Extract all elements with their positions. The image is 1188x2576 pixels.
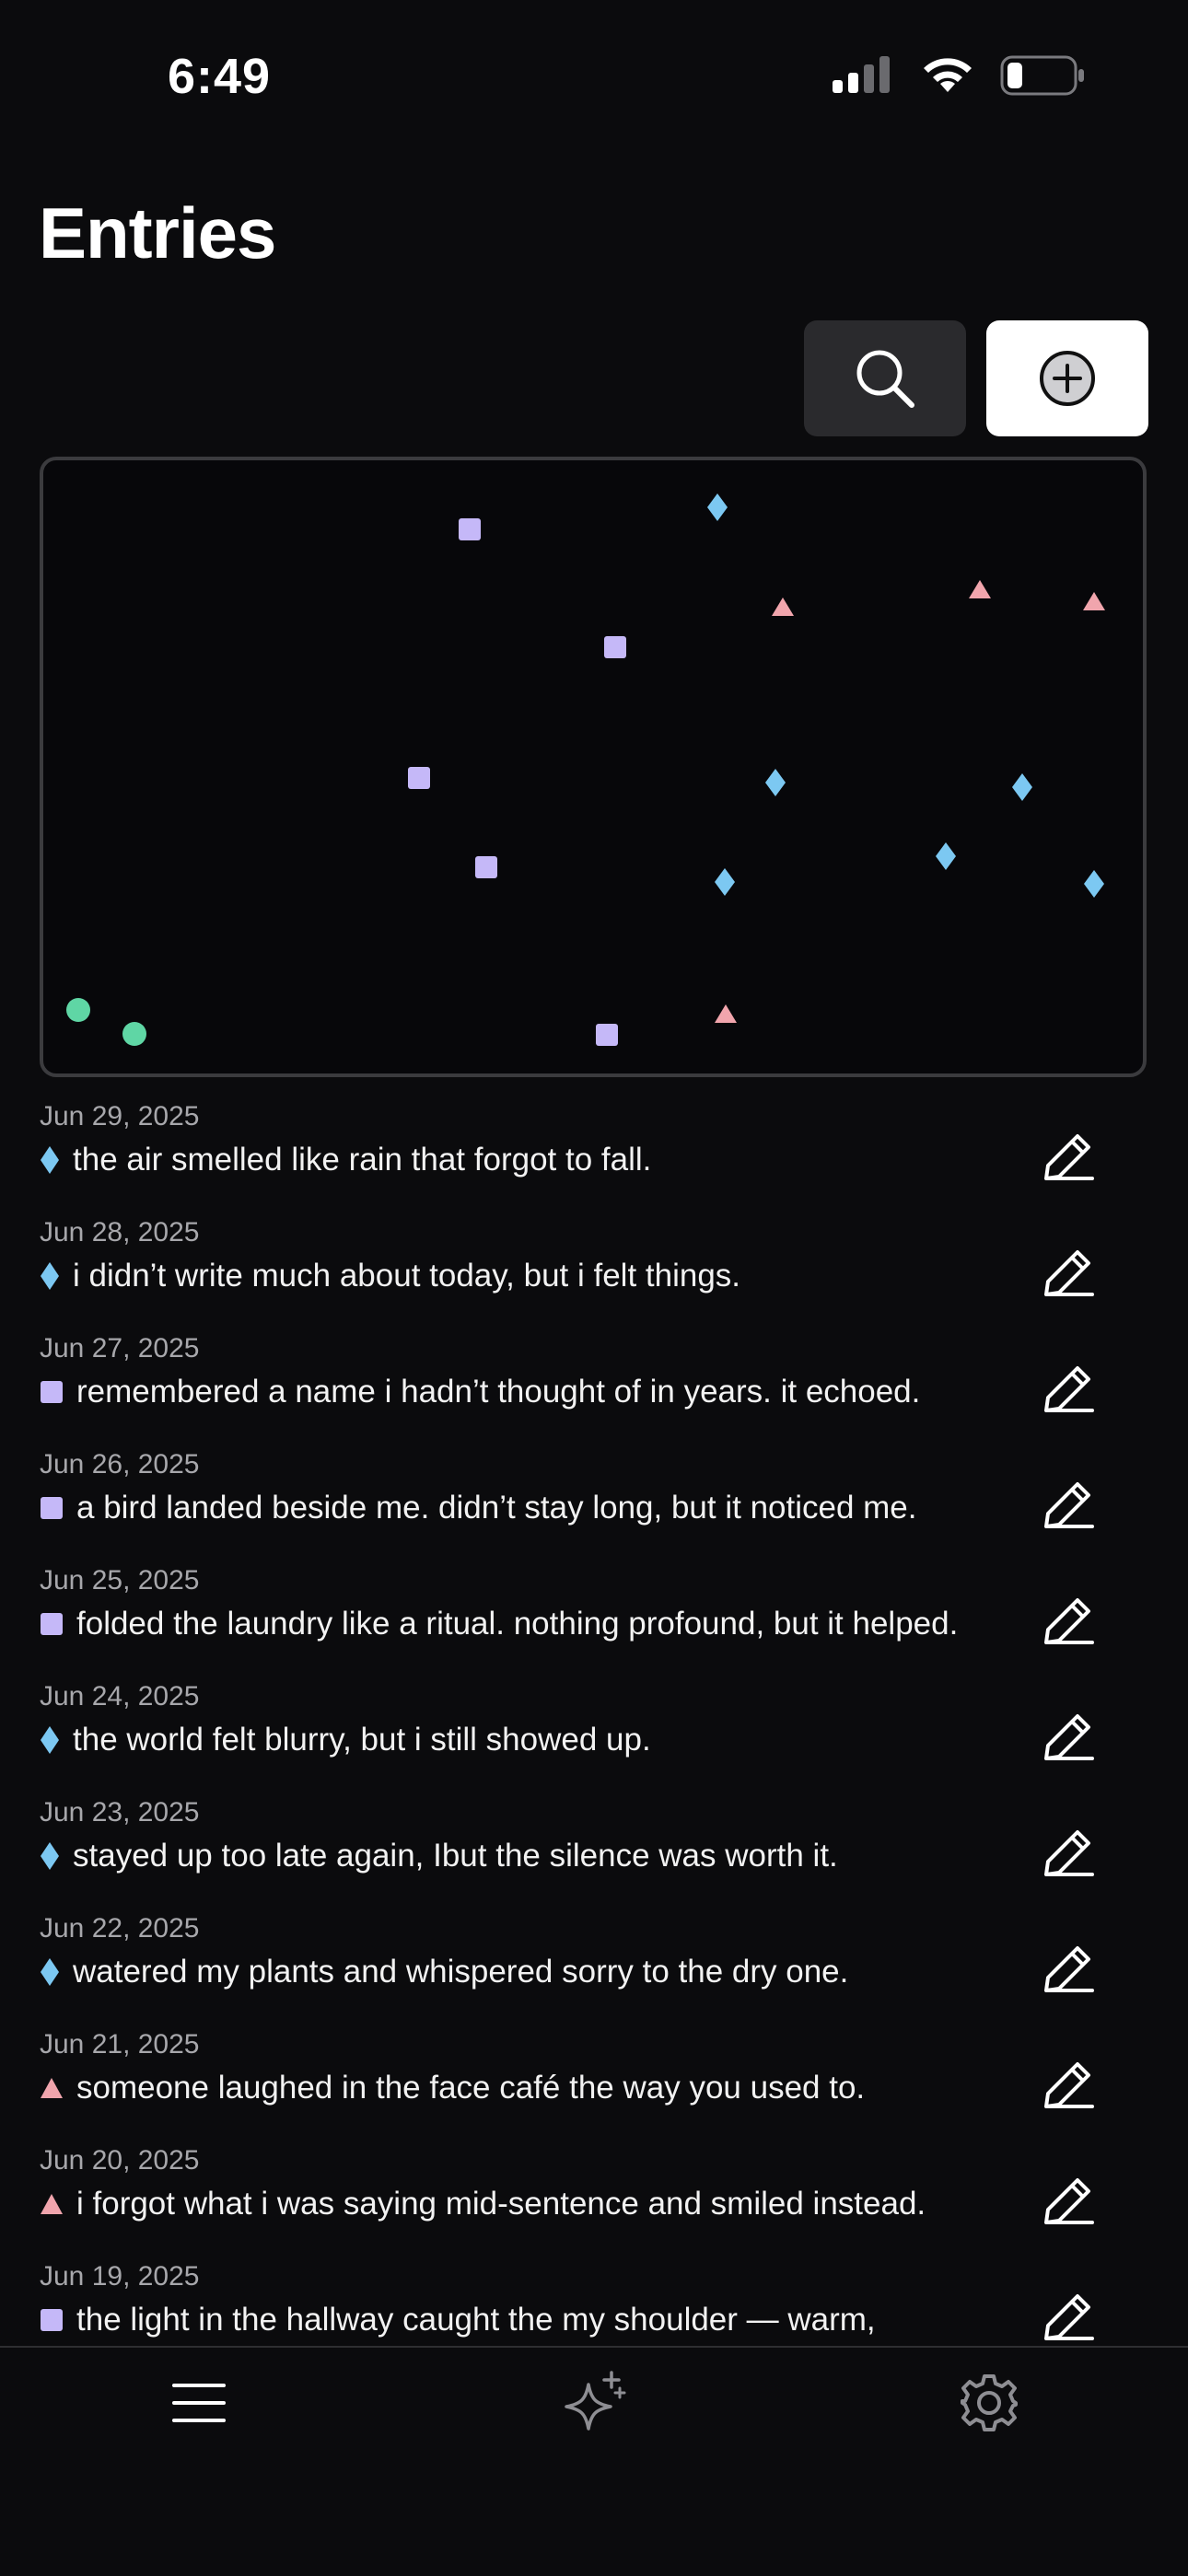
- entry-date: Jun 20, 2025: [40, 2145, 200, 2176]
- square-icon: [41, 1613, 63, 1635]
- diamond-icon: [41, 1958, 59, 1986]
- triangle-icon: [41, 2194, 63, 2214]
- tab-entries[interactable]: [162, 2366, 236, 2440]
- plot-point-circle[interactable]: [122, 1022, 146, 1046]
- square-icon: [41, 2309, 63, 2331]
- plot-point-diamond[interactable]: [707, 493, 728, 521]
- list-item[interactable]: Jun 27, 2025 remembered a name i hadn’t …: [0, 1326, 1188, 1442]
- status-bar: 6:49: [0, 0, 1188, 161]
- plot-point-square[interactable]: [408, 767, 430, 789]
- entry-date: Jun 28, 2025: [40, 1217, 200, 1247]
- diamond-icon: [41, 1842, 59, 1870]
- entry-text: stayed up too late again, Ibut the silen…: [73, 1838, 838, 1874]
- diamond-icon: [41, 1262, 59, 1290]
- edit-pencil-icon[interactable]: [1041, 1939, 1098, 1996]
- plot-point-square[interactable]: [459, 518, 481, 540]
- plot-point-square[interactable]: [596, 1024, 618, 1046]
- plot-point-circle[interactable]: [66, 998, 90, 1022]
- edit-pencil-icon[interactable]: [1041, 1591, 1098, 1648]
- cellular-signal-icon: [833, 56, 890, 93]
- wifi-icon: [924, 58, 972, 92]
- entry-text: the world felt blurry, but i still showe…: [73, 1722, 651, 1758]
- plot-point-diamond[interactable]: [715, 868, 735, 896]
- tab-insights[interactable]: [557, 2366, 631, 2440]
- menu-icon: [172, 2384, 226, 2422]
- list-item[interactable]: Jun 29, 2025 the air smelled like rain t…: [0, 1094, 1188, 1210]
- entry-date: Jun 24, 2025: [40, 1681, 200, 1712]
- list-item[interactable]: Jun 26, 2025 a bird landed beside me. di…: [0, 1442, 1188, 1558]
- entry-date: Jun 27, 2025: [40, 1333, 200, 1363]
- triangle-icon: [41, 2078, 63, 2098]
- plot-point-triangle[interactable]: [715, 1004, 737, 1023]
- tab-settings[interactable]: [952, 2366, 1026, 2440]
- diamond-icon: [41, 1146, 59, 1174]
- status-time: 6:49: [168, 49, 272, 104]
- entry-text: i forgot what i was saying mid-sentence …: [76, 2186, 926, 2222]
- entry-text: watered my plants and whispered sorry to…: [73, 1954, 849, 1990]
- list-item[interactable]: Jun 24, 2025 the world felt blurry, but …: [0, 1674, 1188, 1790]
- entry-date: Jun 23, 2025: [40, 1797, 200, 1828]
- entry-text: someone laughed in the face café the way…: [76, 2070, 866, 2106]
- list-item[interactable]: Jun 23, 2025 stayed up too late again, I…: [0, 1790, 1188, 1906]
- plot-point-diamond[interactable]: [765, 769, 786, 796]
- edit-pencil-icon[interactable]: [1041, 1243, 1098, 1300]
- edit-pencil-icon[interactable]: [1041, 2171, 1098, 2228]
- edit-pencil-icon[interactable]: [1041, 1127, 1098, 1184]
- plot-point-diamond[interactable]: [1012, 773, 1032, 801]
- entry-text: the light in the hallway caught the my s…: [76, 2302, 876, 2338]
- edit-pencil-icon[interactable]: [1041, 1359, 1098, 1416]
- diamond-icon: [41, 1726, 59, 1754]
- scatter-canvas: [66, 493, 1105, 1046]
- list-item[interactable]: Jun 20, 2025 i forgot what i was saying …: [0, 2138, 1188, 2254]
- entry-date: Jun 26, 2025: [40, 1449, 200, 1479]
- plot-point-square[interactable]: [604, 636, 626, 658]
- battery-icon: [1000, 55, 1084, 96]
- list-item[interactable]: Jun 21, 2025 someone laughed in the face…: [0, 2022, 1188, 2138]
- square-icon: [41, 1497, 63, 1519]
- plot-point-triangle[interactable]: [1083, 592, 1105, 610]
- entry-text: the air smelled like rain that forgot to…: [73, 1142, 652, 1178]
- edit-pencil-icon[interactable]: [1041, 1475, 1098, 1532]
- tab-bar: [0, 2346, 1188, 2576]
- entry-list: Jun 29, 2025 the air smelled like rain t…: [0, 1094, 1188, 2370]
- list-item[interactable]: Jun 22, 2025 watered my plants and whisp…: [0, 1906, 1188, 2022]
- plot-point-square[interactable]: [475, 856, 497, 878]
- magnifier-icon: [856, 350, 914, 408]
- add-entry-button[interactable]: [986, 320, 1148, 436]
- plot-point-triangle[interactable]: [969, 580, 991, 598]
- list-item[interactable]: Jun 28, 2025 i didn’t write much about t…: [0, 1210, 1188, 1326]
- edit-pencil-icon[interactable]: [1041, 1707, 1098, 1764]
- plot-point-diamond[interactable]: [936, 842, 956, 870]
- list-item[interactable]: Jun 25, 2025 folded the laundry like a r…: [0, 1558, 1188, 1674]
- edit-pencil-icon[interactable]: [1041, 1823, 1098, 1880]
- sparkle-icon: [565, 2371, 626, 2431]
- edit-pencil-icon[interactable]: [1041, 2287, 1098, 2344]
- entry-date: Jun 29, 2025: [40, 1101, 200, 1131]
- plot-point-diamond[interactable]: [1084, 870, 1104, 898]
- entry-text: a bird landed beside me. didn’t stay lon…: [76, 1490, 917, 1526]
- entry-date: Jun 19, 2025: [40, 2261, 200, 2292]
- entry-text: folded the laundry like a ritual. nothin…: [76, 1606, 959, 1642]
- gear-icon: [961, 2374, 1018, 2431]
- entry-text: remembered a name i hadn’t thought of in…: [76, 1374, 921, 1410]
- mood-scatter-plot[interactable]: [40, 457, 1147, 1077]
- entry-date: Jun 22, 2025: [40, 1913, 200, 1944]
- plus-circle-icon: [1040, 351, 1095, 406]
- status-icons: [831, 55, 1087, 96]
- page-title: Entries: [39, 192, 276, 273]
- entry-date: Jun 25, 2025: [40, 1565, 200, 1595]
- plot-point-triangle[interactable]: [772, 598, 794, 616]
- entry-date: Jun 21, 2025: [40, 2029, 200, 2060]
- search-button[interactable]: [804, 320, 966, 436]
- edit-pencil-icon[interactable]: [1041, 2055, 1098, 2112]
- entry-text: i didn’t write much about today, but i f…: [73, 1258, 741, 1294]
- square-icon: [41, 1381, 63, 1403]
